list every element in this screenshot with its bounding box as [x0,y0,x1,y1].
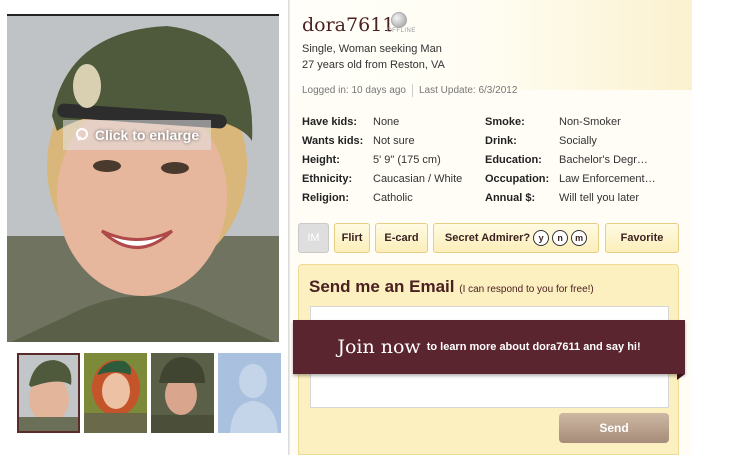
thumbnail-3[interactable] [151,353,214,433]
thumbnail-4[interactable] [218,353,281,433]
thumbnail-1[interactable] [17,353,80,433]
photo-thumbnails [17,353,281,433]
admirer-maybe-button[interactable]: m [571,230,588,246]
detail-row: Have kids: None [302,115,400,128]
admirer-no-button[interactable]: n [552,230,569,246]
profile-summary: Single, Woman seeking Man 27 years old f… [302,41,445,73]
thumbnail-helmet-soldier-image [151,353,214,433]
details-right-column: Smoke: Non-Smoker Drink: Socially Educatio… [485,112,656,207]
soldier-portrait-image [7,16,279,342]
silhouette-placeholder-icon [218,353,281,433]
secret-admirer-label: Secret Admirer? [444,232,531,244]
detail-row: Ethnicity: Caucasian / White [302,172,463,185]
flirt-button[interactable]: Flirt [334,223,370,253]
main-profile-photo[interactable]: Click to enlarge [7,14,279,342]
email-panel-subtitle: (I can respond to you for free!) [459,284,594,295]
thumbnail-soldier-beret-image [19,355,78,431]
profile-page: Click to enlarge dora7611 OFFLINE Single… [0,0,755,455]
secret-admirer-button[interactable]: Secret Admirer? y n m [433,223,599,253]
click-to-enlarge-overlay[interactable]: Click to enlarge [63,120,211,150]
action-buttons: IM Flirt E-card Secret Admirer? y n m Fa… [298,223,679,253]
thumbnail-red-hair-image [84,353,147,433]
enlarge-label: Click to enlarge [94,127,200,143]
detail-row: Wants kids: Not sure [302,134,415,147]
details-left-column: Have kids: None Wants kids: Not sure Heigh… [302,112,462,207]
detail-row: Drink: Socially [485,134,597,147]
detail-row: Smoke: Non-Smoker [485,115,621,128]
seeking-line: Single, Woman seeking Man [302,43,442,55]
detail-row: Religion: Catholic [302,191,413,204]
detail-row: Annual $: Will tell you later [485,191,640,204]
profile-info: dora7611 OFFLINE Single, Woman seeking M… [290,0,692,455]
join-now-link[interactable]: Join now [337,336,420,358]
photo-card: Click to enlarge [0,0,289,455]
last-update-text: Last Update: 6/3/2012 [418,85,518,96]
username: dora7611 [302,14,395,36]
thumbnail-2[interactable] [84,353,147,433]
im-button[interactable]: IM [298,223,329,253]
detail-row: Education: Bachelor's Degr… [485,153,648,166]
activity-meta: Logged in: 10 days ago Last Update: 6/3/… [302,84,517,97]
detail-row: Occupation: Law Enforcement… [485,172,656,185]
send-button[interactable]: Send [559,413,669,443]
admirer-yes-button[interactable]: y [533,230,550,246]
offline-status-icon: OFFLINE [387,12,415,36]
join-banner-text: to learn more about dora7611 and say hi! [426,341,641,353]
magnifier-icon [75,128,88,141]
logged-in-text: Logged in: 10 days ago [302,85,406,96]
detail-row: Height: 5' 9" (175 cm) [302,153,441,166]
ecard-button[interactable]: E-card [375,223,428,253]
email-panel-title: Send me an Email (I can respond to you f… [309,277,594,296]
favorite-button[interactable]: Favorite [605,223,679,253]
join-now-banner[interactable]: Join now to learn more about dora7611 an… [293,320,685,374]
age-location-line: 27 years old from Reston, VA [302,59,445,71]
